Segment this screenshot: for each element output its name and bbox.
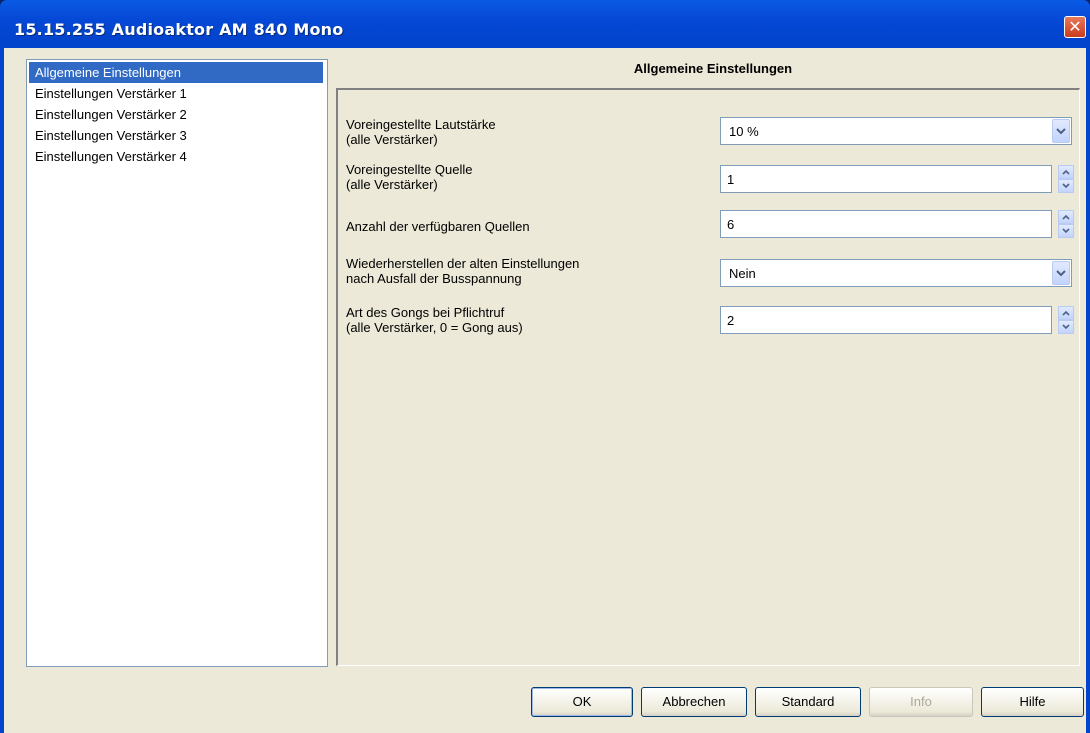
param-label-lautstaerke: Voreingestellte Lautstärke (alle Verstär… <box>346 117 496 147</box>
ok-button-label: OK <box>572 694 592 709</box>
chevron-down-icon <box>1056 270 1066 277</box>
ok-button[interactable]: OK <box>531 687 633 717</box>
param-label-wiederherstellen: Wiederherstellen der alten Einstellungen… <box>346 256 580 286</box>
chevron-up-icon <box>1062 169 1070 175</box>
lautstaerke-value: 10 % <box>729 124 759 139</box>
section-title: Allgemeine Einstellungen <box>633 61 793 76</box>
chevron-down-icon <box>1056 128 1066 135</box>
cancel-button[interactable]: Abbrechen <box>641 687 747 717</box>
param-label-anzahl-quellen: Anzahl der verfügbaren Quellen <box>346 219 530 234</box>
spin-down-button[interactable] <box>1058 224 1074 238</box>
gong-spinner-input[interactable]: 2 <box>720 306 1052 334</box>
dialog-window: 15.15.255 Audioaktor AM 840 Mono ✕ Allge… <box>0 0 1090 733</box>
cancel-button-label: Abbrechen <box>662 694 726 709</box>
chevron-down-icon <box>1062 324 1070 330</box>
standard-button[interactable]: Standard <box>755 687 861 717</box>
anzahl-quellen-spinner-buttons <box>1058 210 1074 238</box>
dialog-client-area: Allgemeine Einstellungen Einstellungen V… <box>4 48 1086 733</box>
quelle-spinner-input[interactable]: 1 <box>720 165 1052 193</box>
quelle-spinner-buttons <box>1058 165 1074 193</box>
param-label-quelle: Voreingestellte Quelle (alle Verstärker) <box>346 162 473 192</box>
settings-category-list[interactable]: Allgemeine Einstellungen Einstellungen V… <box>26 59 328 667</box>
chevron-down-icon <box>1062 228 1070 234</box>
quelle-value: 1 <box>727 172 735 187</box>
chevron-down-icon <box>1062 183 1070 189</box>
title-bar[interactable]: 15.15.255 Audioaktor AM 840 Mono ✕ <box>0 0 1090 48</box>
wiederherstellen-dropdown[interactable]: Nein <box>720 259 1072 287</box>
window-title: 15.15.255 Audioaktor AM 840 Mono <box>14 20 344 39</box>
help-button-label: Hilfe <box>1019 694 1046 709</box>
dropdown-arrow-button[interactable] <box>1052 261 1070 285</box>
param-label-gong: Art des Gongs bei Pflichtruf (alle Verst… <box>346 305 523 335</box>
list-item-verstaerker-3[interactable]: Einstellungen Verstärker 3 <box>29 125 323 146</box>
info-button: Info <box>869 687 973 717</box>
spin-up-button[interactable] <box>1058 306 1074 320</box>
list-item-allgemeine-einstellungen[interactable]: Allgemeine Einstellungen <box>29 62 323 83</box>
lautstaerke-dropdown[interactable]: 10 % <box>720 117 1072 145</box>
wiederherstellen-value: Nein <box>729 266 756 281</box>
spin-down-button[interactable] <box>1058 179 1074 193</box>
help-button[interactable]: Hilfe <box>981 687 1084 717</box>
gong-spinner-buttons <box>1058 306 1074 334</box>
spin-up-button[interactable] <box>1058 210 1074 224</box>
dropdown-arrow-button[interactable] <box>1052 119 1070 143</box>
standard-button-label: Standard <box>781 694 835 709</box>
anzahl-quellen-spinner-input[interactable]: 6 <box>720 210 1052 238</box>
chevron-up-icon <box>1062 214 1070 220</box>
list-item-verstaerker-2[interactable]: Einstellungen Verstärker 2 <box>29 104 323 125</box>
close-button[interactable]: ✕ <box>1064 16 1086 38</box>
info-button-label: Info <box>910 694 932 709</box>
close-icon: ✕ <box>1068 17 1082 36</box>
spin-up-button[interactable] <box>1058 165 1074 179</box>
spin-down-button[interactable] <box>1058 320 1074 334</box>
anzahl-quellen-value: 6 <box>727 217 735 232</box>
list-item-verstaerker-4[interactable]: Einstellungen Verstärker 4 <box>29 146 323 167</box>
gong-value: 2 <box>727 313 735 328</box>
chevron-up-icon <box>1062 310 1070 316</box>
list-item-verstaerker-1[interactable]: Einstellungen Verstärker 1 <box>29 83 323 104</box>
